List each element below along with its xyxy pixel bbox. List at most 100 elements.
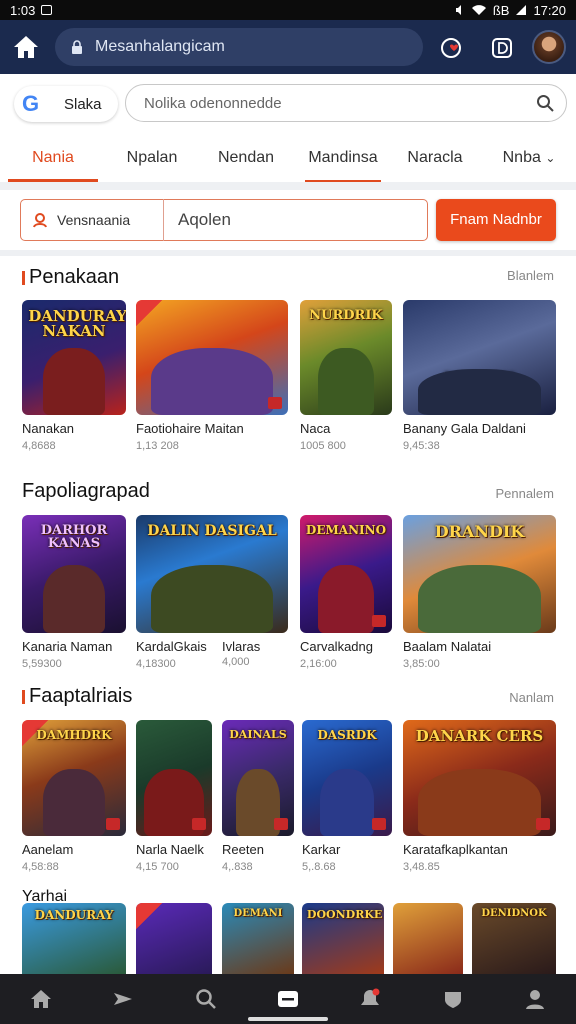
card-count: 9,45:38 [403, 440, 440, 452]
badge-icon [268, 397, 282, 409]
lock-icon [72, 40, 82, 54]
game-card[interactable]: DENIDNOK [472, 903, 556, 974]
game-card[interactable] [136, 903, 212, 974]
thumb-title: DAINALS [229, 728, 287, 742]
card-title: Faotiohaire Maitan [136, 421, 244, 436]
badge-icon [106, 818, 120, 830]
tab-naracla[interactable]: Naracla [398, 136, 472, 182]
card-title: Karatafkaplkantan [403, 842, 508, 857]
game-card[interactable]: DANARK CERS Karatafkaplkantan 3,48.85 [403, 720, 556, 873]
silent-icon [455, 5, 461, 15]
search-input[interactable]: Nolika odenonnedde [125, 84, 567, 122]
game-card[interactable] [393, 903, 463, 974]
search-icon[interactable] [536, 94, 554, 112]
status-right-time: 17:20 [533, 2, 566, 18]
home-indicator [248, 1017, 328, 1021]
card-count: 5,.8.68 [302, 861, 336, 873]
profile-icon[interactable] [522, 986, 548, 1012]
tab-nania[interactable]: Nania [8, 136, 98, 182]
ribbon [136, 300, 162, 326]
avatar[interactable] [532, 30, 566, 64]
search-placeholder: Nolika odenonnedde [144, 94, 282, 112]
game-card[interactable]: DOONDRKE [302, 903, 384, 974]
notification-icon [41, 5, 53, 15]
play-icon[interactable] [110, 986, 136, 1012]
card-title: Carvalkadng [300, 639, 373, 654]
game-card[interactable]: DANDURAY [22, 903, 126, 974]
game-card[interactable]: DAINALS Reeten 4,.838 [222, 720, 294, 873]
card-title: Banany Gala Daldani [403, 421, 526, 436]
find-button[interactable]: Fnam Nadnbr [436, 199, 556, 241]
card-title: KardalGkais [136, 639, 207, 654]
game-card[interactable]: DALIN DASIGAL KardalGkais 4,18300 [136, 515, 288, 670]
thumb-title: NURDRIK [309, 308, 383, 324]
character-art [42, 564, 106, 633]
tab-nendan[interactable]: Nendan [205, 136, 287, 182]
category-tabs: Nania Npalan Nendan Mandinsa Naracla Nnb… [0, 136, 576, 182]
chevron-down-icon: ⌄ [545, 151, 556, 165]
address-bar[interactable]: Mesanhalangicam [55, 28, 423, 66]
section-accent [22, 689, 25, 704]
section-title: Faaptalriais [22, 685, 132, 708]
badge-icon [192, 818, 206, 830]
thumb-title: DEMANINO [305, 523, 387, 538]
shield-icon[interactable] [440, 986, 466, 1012]
tab-more[interactable]: Nnba ⌄ [494, 136, 564, 182]
home-icon[interactable] [12, 34, 40, 60]
card-count: 4,18300 [136, 658, 176, 670]
tabs-icon[interactable] [490, 36, 514, 60]
person-icon [33, 213, 47, 228]
thumb-title: DENIDNOK [481, 907, 547, 919]
filter-left-text[interactable]: Vensnaania [57, 212, 163, 228]
game-card[interactable]: NURDRIK Naca 1005 800 [300, 300, 392, 452]
location-filter[interactable]: Vensnaania Aqolen [20, 199, 428, 241]
thumb-title: DANARK CERS [415, 727, 544, 746]
badge-icon [372, 818, 386, 830]
game-card[interactable]: Faotiohaire Maitan 1,13 208 [136, 300, 288, 452]
game-card[interactable]: DASRDK Karkar 5,.8.68 [302, 720, 392, 873]
home-icon[interactable] [28, 986, 54, 1012]
card-count: 3,85:00 [403, 658, 440, 670]
section-more-link[interactable]: Blanlem [507, 268, 554, 283]
game-card[interactable]: DAMHDRK Aanelam 4,58:88 [22, 720, 126, 873]
card-count: 1005 800 [300, 440, 346, 452]
section-more-link[interactable]: Pennalem [495, 486, 554, 501]
card-title: Ivlaras [222, 639, 261, 654]
card-title: Karkar [302, 842, 341, 857]
filter-right-text[interactable]: Aqolen [178, 210, 231, 230]
card-count: 4,58:88 [22, 861, 59, 873]
notifications-icon[interactable] [357, 986, 383, 1012]
card-count: 3,48.85 [403, 861, 440, 873]
section-title: Penakaan [22, 266, 119, 289]
wifi-icon [471, 5, 486, 15]
search-icon[interactable] [193, 986, 219, 1012]
game-card[interactable]: DENRAMS Banany Gala Daldani 9,45:38 [403, 300, 556, 452]
thumb-title: DASRDK [317, 728, 377, 743]
brand-chip[interactable]: G Slaka [14, 86, 118, 122]
game-card[interactable]: DEMANI [222, 903, 294, 974]
badge-icon [372, 615, 386, 627]
tab-mandinsa[interactable]: Mandinsa [305, 136, 381, 182]
game-card[interactable]: DANDURAY NAKAN Nanakan 4,8688 [22, 300, 126, 452]
section-title: Fapoliagrapad [22, 480, 150, 502]
game-card[interactable]: DEMANINO Carvalkadng 2,16:00 [300, 515, 392, 670]
tab-npalan[interactable]: Npalan [108, 136, 196, 182]
card-title: Nanakan [22, 421, 75, 436]
character-art [418, 369, 541, 415]
section-more-link[interactable]: Nanlam [509, 690, 554, 705]
heart-share-icon[interactable] [440, 36, 464, 60]
card-title: Baalam Nalatai [403, 639, 492, 654]
card-title: Aanelam [22, 842, 74, 857]
badge-icon [274, 818, 288, 830]
status-time: 1:03 [10, 2, 36, 18]
game-card[interactable]: DARHOR KANAS Kanaria Naman 5,59300 [22, 515, 126, 670]
google-logo-icon: G [22, 91, 40, 116]
thumb-title: DALIN DASIGAL [147, 523, 277, 540]
card-title: Narla Naelk [136, 842, 204, 857]
game-card[interactable]: Narla Naelk 4,15 700 [136, 720, 212, 873]
thumb-title: DRANDIK [434, 522, 525, 542]
library-icon[interactable] [275, 986, 301, 1012]
card-count: 4,000 [222, 656, 250, 668]
thumb-title: DEMANI [233, 907, 283, 919]
game-card[interactable]: DRANDIK Baalam Nalatai 3,85:00 [403, 515, 556, 670]
